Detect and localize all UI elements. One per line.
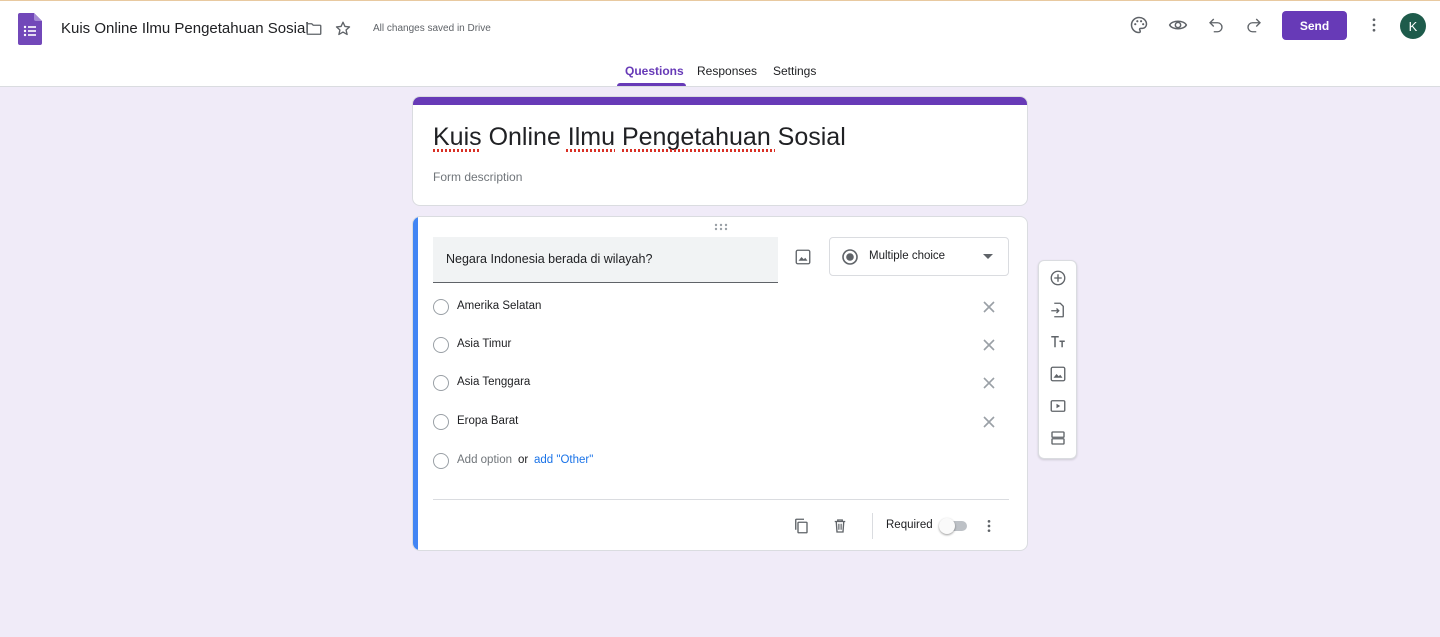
radio-button-checked-icon bbox=[842, 249, 858, 265]
duplicate-icon[interactable] bbox=[789, 514, 813, 538]
preview-eye-icon[interactable] bbox=[1166, 13, 1190, 37]
question-more-vert-icon[interactable] bbox=[977, 514, 1001, 538]
side-toolbar bbox=[1038, 260, 1077, 459]
spellcheck-underline bbox=[622, 149, 775, 152]
title-card-accent bbox=[413, 97, 1027, 105]
add-image-icon[interactable] bbox=[1047, 363, 1069, 385]
toggle-thumb bbox=[939, 518, 955, 534]
question-type-dropdown[interactable]: Multiple choice bbox=[829, 237, 1009, 276]
delete-icon[interactable] bbox=[828, 514, 852, 538]
required-label: Required bbox=[886, 519, 933, 531]
add-option-row: Add option or add "Other" bbox=[433, 449, 833, 473]
active-tab-indicator bbox=[617, 83, 686, 86]
remove-option-icon[interactable] bbox=[981, 414, 997, 430]
google-forms-logo-icon[interactable] bbox=[18, 13, 42, 45]
add-image-icon[interactable] bbox=[791, 245, 815, 269]
question-type-label: Multiple choice bbox=[869, 250, 946, 262]
remove-option-icon[interactable] bbox=[981, 337, 997, 353]
remove-option-icon[interactable] bbox=[981, 299, 997, 315]
drag-handle-icon[interactable] bbox=[714, 223, 728, 231]
option-row: Eropa Barat bbox=[433, 410, 1013, 434]
radio-circle-icon bbox=[433, 375, 449, 391]
option-label[interactable]: Amerika Selatan bbox=[457, 300, 541, 312]
tab-responses[interactable]: Responses bbox=[697, 64, 757, 78]
spellcheck-underline bbox=[566, 149, 615, 152]
option-row: Amerika Selatan bbox=[433, 295, 1013, 319]
add-section-icon[interactable] bbox=[1047, 427, 1069, 449]
question-card[interactable]: Negara Indonesia berada di wilayah? Mult… bbox=[412, 216, 1028, 551]
add-question-icon[interactable] bbox=[1047, 267, 1069, 289]
form-tabs: Questions Responses Settings bbox=[0, 64, 1440, 87]
undo-icon[interactable] bbox=[1204, 13, 1228, 37]
star-icon[interactable] bbox=[331, 17, 355, 41]
or-text: or bbox=[518, 454, 529, 466]
option-label[interactable]: Eropa Barat bbox=[457, 415, 518, 427]
add-video-icon[interactable] bbox=[1047, 395, 1069, 417]
question-text-input[interactable]: Negara Indonesia berada di wilayah? bbox=[433, 237, 778, 283]
tab-settings[interactable]: Settings bbox=[773, 64, 816, 78]
form-title-card: Kuis Online Ilmu Pengetahuan Sosial Form… bbox=[412, 96, 1028, 206]
app-header: Kuis Online Ilmu Pengetahuan Sosial All … bbox=[0, 1, 1440, 87]
palette-icon[interactable] bbox=[1127, 13, 1151, 37]
radio-circle-icon bbox=[433, 453, 449, 469]
send-button[interactable]: Send bbox=[1282, 11, 1347, 40]
option-label[interactable]: Asia Timur bbox=[457, 338, 511, 350]
footer-divider bbox=[433, 499, 1009, 500]
account-avatar[interactable]: K bbox=[1400, 13, 1426, 39]
more-vert-icon[interactable] bbox=[1362, 13, 1386, 37]
document-title[interactable]: Kuis Online Ilmu Pengetahuan Sosial bbox=[61, 20, 309, 37]
footer-separator bbox=[872, 513, 873, 539]
add-other-link[interactable]: add "Other" bbox=[534, 454, 593, 466]
redo-icon[interactable] bbox=[1242, 13, 1266, 37]
radio-circle-icon bbox=[433, 414, 449, 430]
save-status: All changes saved in Drive bbox=[373, 23, 491, 34]
form-title[interactable]: Kuis Online Ilmu Pengetahuan Sosial bbox=[433, 123, 846, 152]
dropdown-arrow-icon bbox=[983, 254, 993, 259]
radio-circle-icon bbox=[433, 337, 449, 353]
form-description-input[interactable]: Form description bbox=[433, 170, 522, 184]
required-toggle[interactable] bbox=[939, 518, 969, 534]
add-option-input[interactable]: Add option bbox=[457, 454, 512, 466]
option-row: Asia Timur bbox=[433, 333, 1013, 357]
remove-option-icon[interactable] bbox=[981, 375, 997, 391]
radio-circle-icon bbox=[433, 299, 449, 315]
add-title-icon[interactable] bbox=[1047, 331, 1069, 353]
option-row: Asia Tenggara bbox=[433, 371, 1013, 395]
option-label[interactable]: Asia Tenggara bbox=[457, 376, 530, 388]
active-question-accent bbox=[413, 217, 418, 550]
tab-questions[interactable]: Questions bbox=[625, 64, 684, 78]
import-questions-icon[interactable] bbox=[1047, 299, 1069, 321]
spellcheck-underline bbox=[433, 149, 481, 152]
question-text: Negara Indonesia berada di wilayah? bbox=[446, 252, 653, 266]
move-to-folder-icon[interactable] bbox=[302, 17, 326, 41]
